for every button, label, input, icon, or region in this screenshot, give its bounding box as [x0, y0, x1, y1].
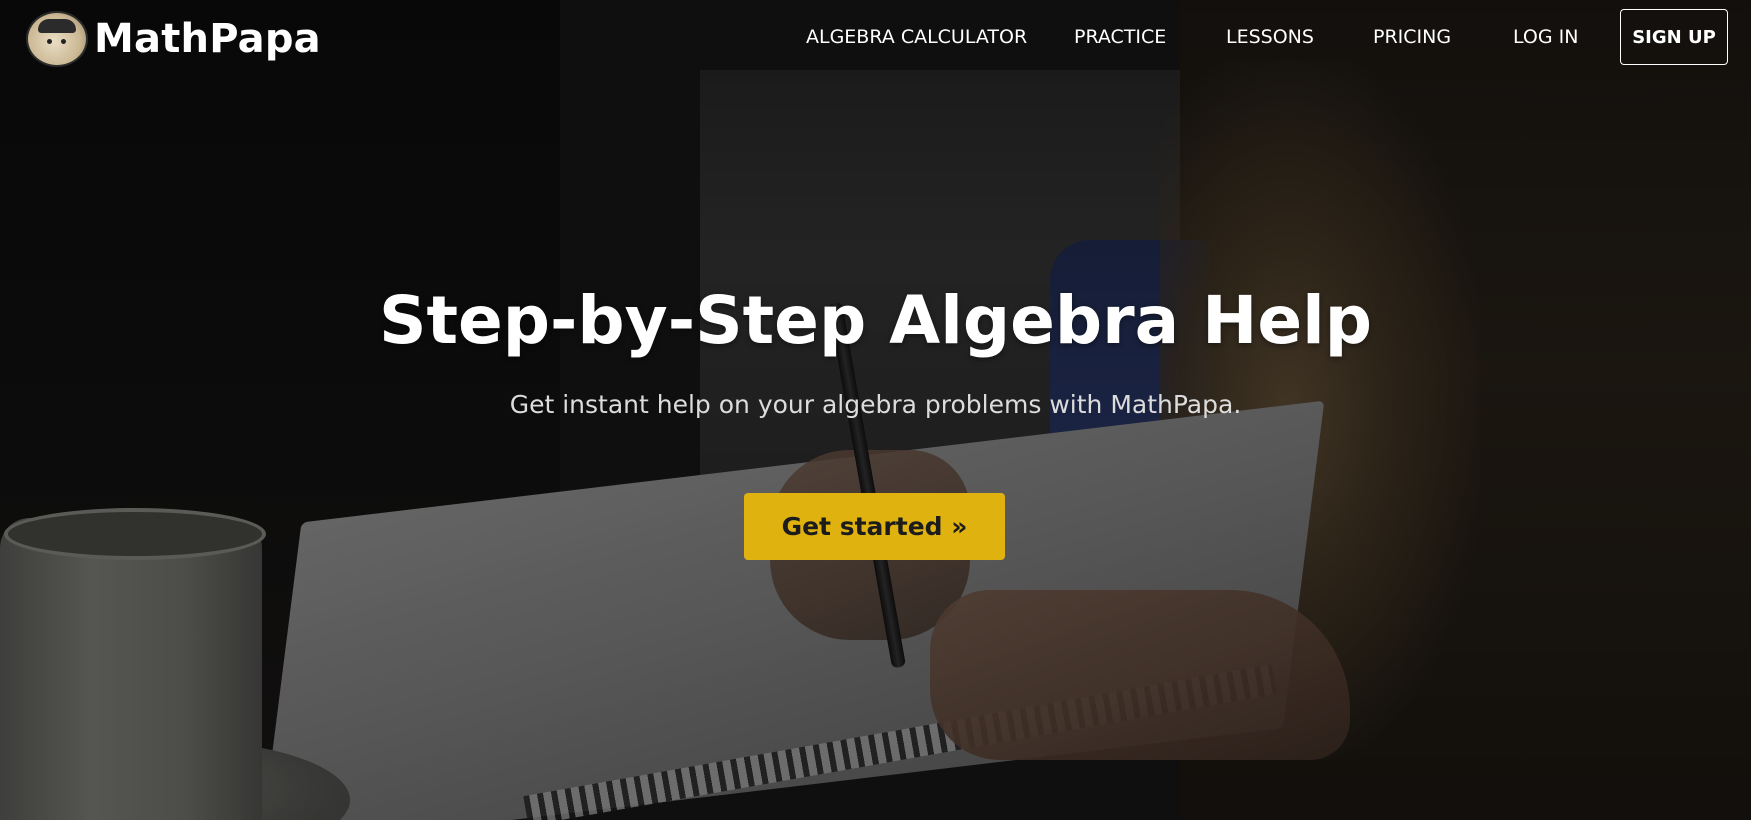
hero-subtitle: Get instant help on your algebra problem… [509, 390, 1242, 419]
nav-link-log-in[interactable]: LOG IN [1513, 26, 1578, 48]
sign-up-button[interactable]: SIGN UP [1620, 9, 1728, 65]
hero-title: Step-by-Step Algebra Help [378, 282, 1373, 359]
nav-link-pricing[interactable]: PRICING [1373, 26, 1451, 48]
nav-link-algebra-calculator[interactable]: ALGEBRA CALCULATOR [806, 26, 1027, 48]
nav-link-lessons[interactable]: LESSONS [1226, 26, 1314, 48]
get-started-button[interactable]: Get started » [744, 493, 1005, 560]
top-navigation: MathPapa ALGEBRA CALCULATOR PRACTICE LES… [0, 0, 1751, 80]
nav-link-practice[interactable]: PRACTICE [1074, 26, 1166, 48]
nav-links: ALGEBRA CALCULATOR PRACTICE LESSONS PRIC… [0, 0, 1751, 80]
hero-section: MathPapa ALGEBRA CALCULATOR PRACTICE LES… [0, 0, 1751, 820]
